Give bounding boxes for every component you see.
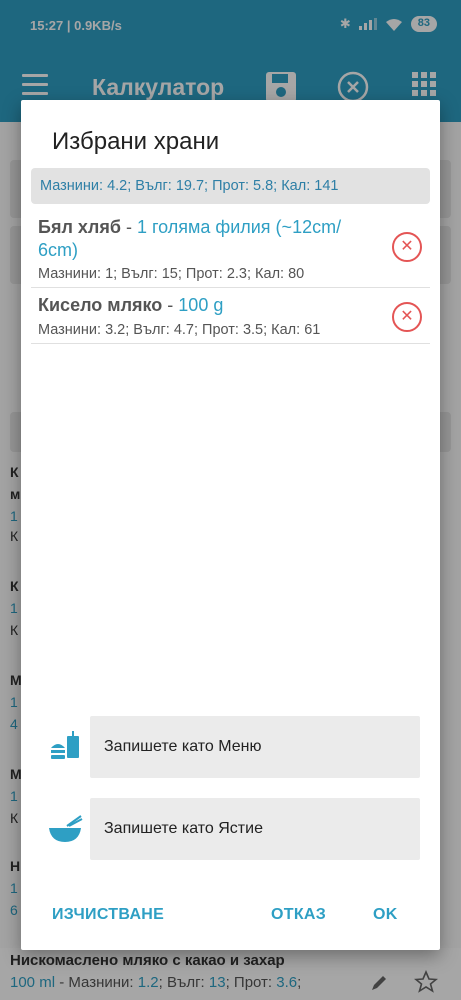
dish-icon [49, 815, 83, 842]
remove-food-icon[interactable]: ✕ [392, 232, 422, 262]
food-title: Кисело мляко - 100 g [38, 295, 224, 315]
food-macros: Мазнини: 3.2; Вълг: 4.7; Прот: 3.5; Кал:… [38, 322, 321, 338]
food-title: Бял хляб - 1 голяма филия (~12cm/ 6cm) [38, 217, 342, 260]
fastfood-icon [51, 731, 79, 759]
food-item[interactable]: Кисело мляко - 100 g Мазнини: 3.2; Вълг:… [31, 290, 430, 344]
food-macros: Мазнини: 1; Вълг: 15; Прот: 2.3; Кал: 80 [38, 266, 305, 282]
save-as-menu-button[interactable]: Запишете като Меню [90, 716, 420, 778]
remove-food-icon[interactable]: ✕ [392, 302, 422, 332]
selected-foods-dialog: Избрани храни Мазнини: 4.2; Вълг: 19.7; … [21, 100, 440, 950]
food-item[interactable]: Бял хляб - 1 голяма филия (~12cm/ 6cm) М… [31, 212, 430, 288]
cancel-button[interactable]: ОТКАЗ [271, 906, 326, 924]
save-as-dish-button[interactable]: Запишете като Ястие [90, 798, 420, 860]
clear-button[interactable]: ИЗЧИСТВАНЕ [52, 906, 164, 924]
dialog-title: Избрани храни [52, 128, 220, 155]
totals-summary: Мазнини: 4.2; Вълг: 19.7; Прот: 5.8; Кал… [31, 168, 430, 204]
ok-button[interactable]: OK [373, 906, 398, 924]
